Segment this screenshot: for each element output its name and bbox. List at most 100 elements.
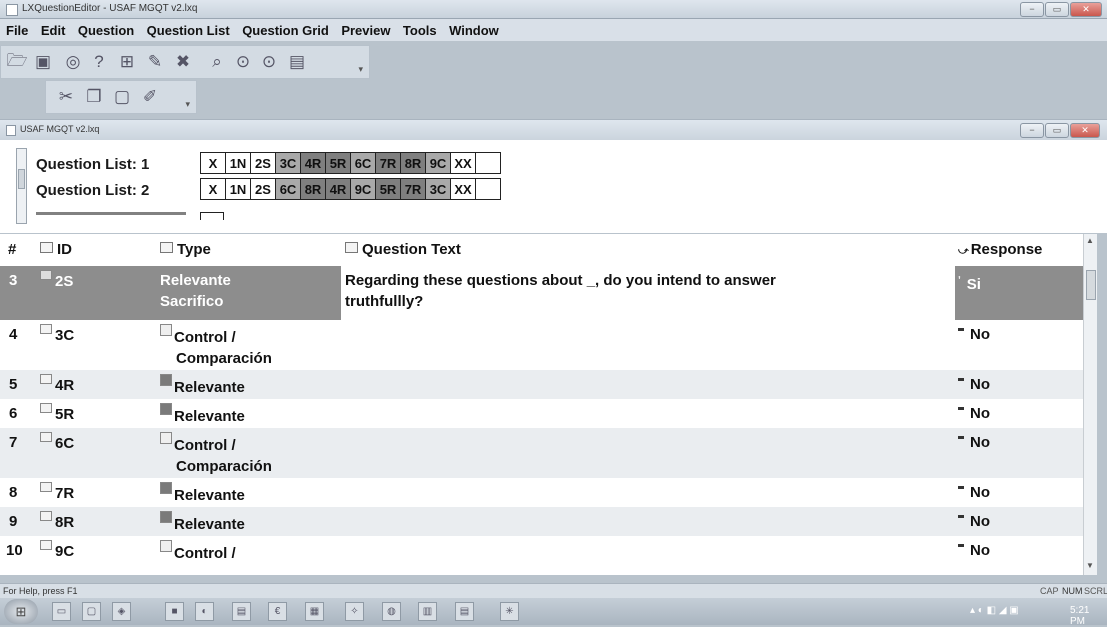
- row-type[interactable]: Relevante: [160, 403, 245, 427]
- taskbar-app-icon[interactable]: ◐: [195, 602, 214, 621]
- grid-cell[interactable]: 8R: [400, 152, 426, 174]
- grid-cell[interactable]: 2S: [250, 178, 276, 200]
- grid-cell[interactable]: 9C: [425, 152, 451, 174]
- column-header-id[interactable]: ID: [40, 241, 72, 258]
- row-question-text[interactable]: Regarding these questions about _, do yo…: [345, 270, 776, 312]
- question-lists-scrollbar[interactable]: [16, 148, 27, 224]
- menu-file[interactable]: File: [6, 19, 28, 43]
- question-list-1-label[interactable]: Question List: 1: [36, 156, 149, 173]
- taskbar-app-icon[interactable]: ▤: [232, 602, 251, 621]
- column-header-num[interactable]: #: [8, 241, 16, 258]
- grid-cell[interactable]: 4R: [300, 152, 326, 174]
- start-button[interactable]: ⊞: [4, 599, 38, 624]
- table-scrollbar[interactable]: ▲ ▼: [1083, 234, 1097, 575]
- grid-cell[interactable]: [475, 152, 501, 174]
- row-type[interactable]: Control /: [160, 540, 236, 564]
- taskbar-clock[interactable]: 5:21 PM: [1070, 605, 1107, 627]
- row-response[interactable]: No: [958, 540, 990, 561]
- doc-minimize-button[interactable]: −: [1020, 123, 1044, 138]
- row-response[interactable]: No: [958, 511, 990, 532]
- delete-icon[interactable]: ✖: [171, 51, 195, 73]
- system-tray-icons[interactable]: ▴ ◐ ◧ ◢ ▣: [970, 605, 1019, 616]
- grid-cell[interactable]: XX: [450, 178, 476, 200]
- row-type[interactable]: Relevante Sacrifico: [160, 270, 231, 312]
- row-id[interactable]: 8R: [40, 511, 74, 533]
- menu-preview[interactable]: Preview: [341, 19, 390, 43]
- taskbar-app-icon[interactable]: ▤: [455, 602, 474, 621]
- grid-cell[interactable]: 8R: [300, 178, 326, 200]
- row-id[interactable]: 3C: [40, 324, 74, 346]
- table-row[interactable]: 9 8R Relevante No: [0, 507, 1083, 536]
- row-response[interactable]: No: [958, 374, 990, 395]
- scroll-up-arrow-icon[interactable]: ▲: [1086, 236, 1094, 245]
- grid-cell[interactable]: 6C: [275, 178, 301, 200]
- row-id[interactable]: 9C: [40, 540, 74, 562]
- toolbar-gripper-icon[interactable]: ▾: [185, 99, 190, 110]
- scroll-thumb[interactable]: [1086, 270, 1096, 300]
- taskbar-app-icon[interactable]: ▢: [82, 602, 101, 621]
- menu-tools[interactable]: Tools: [403, 19, 437, 43]
- scroll-down-arrow-icon[interactable]: ▼: [1086, 561, 1094, 570]
- row-id[interactable]: 5R: [40, 403, 74, 425]
- row-type[interactable]: Relevante: [160, 511, 245, 535]
- row-type[interactable]: Relevante: [160, 482, 245, 506]
- copy-icon[interactable]: ❐: [82, 86, 106, 108]
- row-id[interactable]: 2S: [40, 270, 73, 292]
- row-response[interactable]: No: [958, 403, 990, 424]
- grid-cell[interactable]: [475, 178, 501, 200]
- move-up-icon[interactable]: ⊙: [231, 51, 255, 73]
- grid-cell[interactable]: 9C: [350, 178, 376, 200]
- cut-icon[interactable]: ✂: [54, 86, 78, 108]
- question-list-2-label[interactable]: Question List: 2: [36, 182, 149, 199]
- open-folder-icon[interactable]: 🗁: [5, 51, 29, 73]
- question-help-icon[interactable]: ?: [87, 51, 111, 73]
- minimize-button[interactable]: −: [1020, 2, 1044, 17]
- row-type[interactable]: Relevante: [160, 374, 245, 398]
- menu-question-grid[interactable]: Question Grid: [242, 19, 329, 43]
- table-row[interactable]: 7 6C Control / Comparación No: [0, 428, 1083, 478]
- column-header-type[interactable]: Type: [160, 241, 211, 258]
- taskbar-app-icon[interactable]: ✳: [500, 602, 519, 621]
- row-id[interactable]: 6C: [40, 432, 74, 454]
- grid-cell[interactable]: 1N: [225, 178, 251, 200]
- table-row[interactable]: 3 2S Relevante Sacrifico Regarding these …: [0, 266, 1083, 320]
- table-row[interactable]: 6 5R Relevante No: [0, 399, 1083, 428]
- table-row[interactable]: 5 4R Relevante No: [0, 370, 1083, 399]
- search-icon[interactable]: ⌕: [205, 51, 229, 73]
- taskbar-app-icon[interactable]: €: [268, 602, 287, 621]
- row-id[interactable]: 4R: [40, 374, 74, 396]
- grid-cell[interactable]: X: [200, 178, 226, 200]
- row-type[interactable]: Control / Comparación: [160, 432, 272, 477]
- grid-cell[interactable]: 5R: [325, 152, 351, 174]
- doc-restore-button[interactable]: ▭: [1045, 123, 1069, 138]
- column-header-response[interactable]: ⤻ Response: [958, 241, 1042, 258]
- row-type[interactable]: Control / Comparación: [160, 324, 272, 369]
- save-icon[interactable]: ▣: [31, 51, 55, 73]
- table-row[interactable]: 8 7R Relevante No: [0, 478, 1083, 507]
- grid-cell[interactable]: 1N: [225, 152, 251, 174]
- taskbar-app-icon[interactable]: ■: [165, 602, 184, 621]
- row-id[interactable]: 7R: [40, 482, 74, 504]
- grid-cell[interactable]: 2S: [250, 152, 276, 174]
- grid-cell[interactable]: XX: [450, 152, 476, 174]
- scroll-thumb[interactable]: [18, 169, 25, 189]
- taskbar-app-icon[interactable]: ▭: [52, 602, 71, 621]
- grid-cell[interactable]: 5R: [375, 178, 401, 200]
- menu-question-list[interactable]: Question List: [147, 19, 230, 43]
- column-header-question-text[interactable]: Question Text: [345, 241, 461, 258]
- toolbar-gripper-icon[interactable]: ▾: [358, 64, 363, 75]
- grid-cell[interactable]: 7R: [375, 152, 401, 174]
- menu-edit[interactable]: Edit: [41, 19, 66, 43]
- taskbar-app-icon[interactable]: ▥: [418, 602, 437, 621]
- row-response[interactable]: No: [958, 432, 990, 453]
- table-row[interactable]: 10 9C Control / No: [0, 536, 1083, 575]
- table-row[interactable]: 4 3C Control / Comparación No: [0, 320, 1083, 370]
- clear-icon[interactable]: ✐: [138, 86, 162, 108]
- paste-icon[interactable]: ▢: [110, 86, 134, 108]
- doc-close-button[interactable]: ✕: [1070, 123, 1100, 138]
- menu-window[interactable]: Window: [449, 19, 499, 43]
- grid-cell[interactable]: 7R: [400, 178, 426, 200]
- chart-icon[interactable]: ▤: [285, 51, 309, 73]
- add-question-icon[interactable]: ⊞: [115, 51, 139, 73]
- row-response[interactable]: ʼ Si: [958, 270, 981, 295]
